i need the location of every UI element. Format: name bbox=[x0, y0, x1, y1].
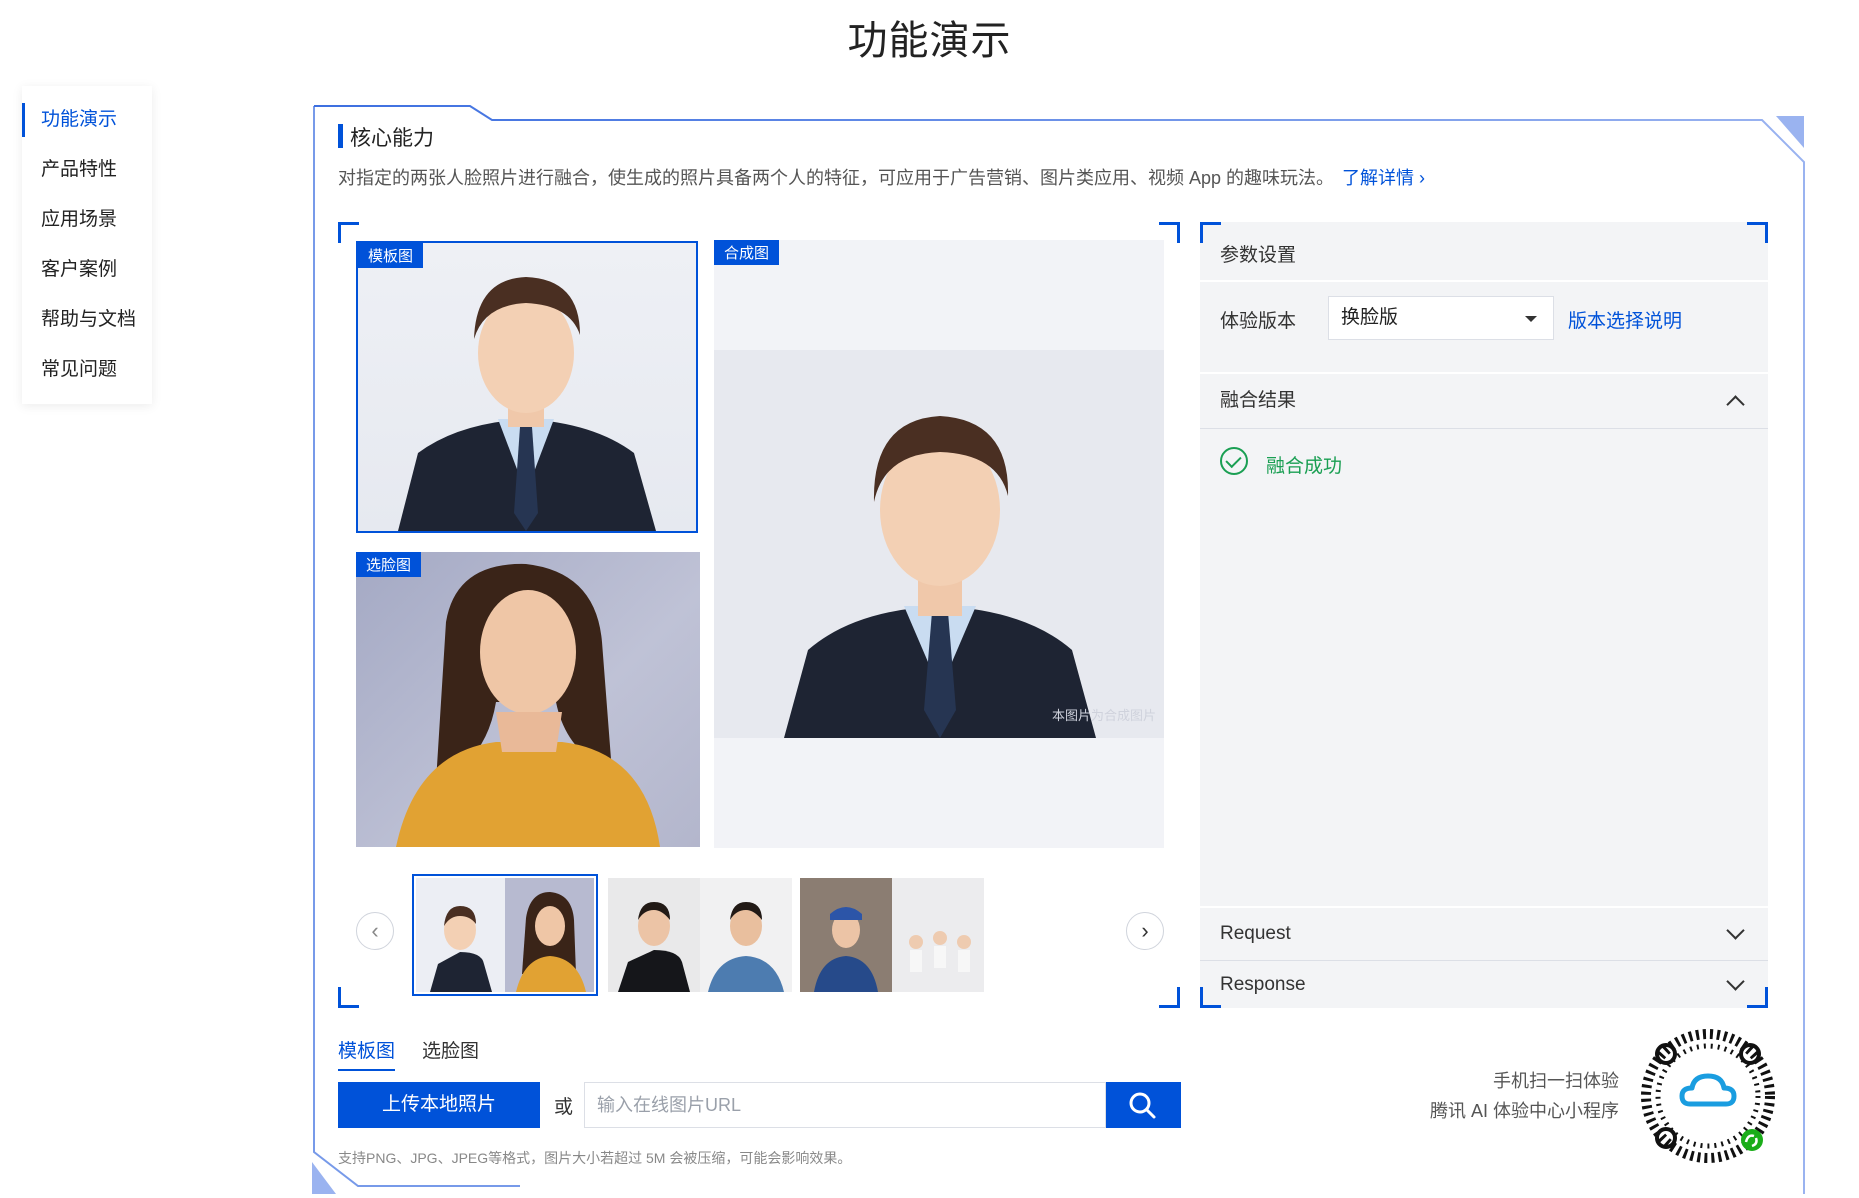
corner-mark bbox=[338, 222, 359, 243]
caret-down-icon bbox=[1525, 316, 1537, 322]
miniprogram-text: 手机扫一扫体验 腾讯 AI 体验中心小程序 bbox=[1430, 1066, 1619, 1126]
sidebar-item-scenarios[interactable]: 应用场景 bbox=[22, 195, 152, 245]
face-tag: 选脸图 bbox=[356, 552, 422, 577]
result-title: 融合结果 bbox=[1220, 390, 1297, 411]
sample-pair-2-thumbnail bbox=[608, 878, 792, 992]
sample-pair-2[interactable] bbox=[608, 878, 792, 992]
request-label: Request bbox=[1220, 923, 1291, 944]
template-tag: 模板图 bbox=[358, 243, 424, 268]
learn-more-link[interactable]: 了解详情 › bbox=[1342, 168, 1425, 188]
chevron-up-icon bbox=[1726, 395, 1745, 414]
search-icon bbox=[1129, 1092, 1156, 1119]
miniprogram-line1: 手机扫一扫体验 bbox=[1493, 1071, 1619, 1091]
chevron-down-icon bbox=[1726, 921, 1745, 940]
section-marker bbox=[338, 124, 343, 148]
carousel-prev-button[interactable]: ‹ bbox=[356, 912, 394, 950]
chevron-right-icon: › bbox=[1419, 168, 1426, 188]
divider bbox=[1200, 280, 1768, 282]
miniprogram-qr-code bbox=[1641, 1029, 1775, 1163]
version-select-value: 换脸版 bbox=[1341, 307, 1399, 328]
params-panel: 参数设置 体验版本 换脸版 版本选择说明 融合结果 融合成功 Request R… bbox=[1200, 222, 1768, 1008]
section-description: 对指定的两张人脸照片进行融合，使生成的照片具备两个人的特征，可应用于广告营销、图… bbox=[338, 164, 1425, 190]
learn-more-label: 了解详情 bbox=[1342, 168, 1415, 188]
sidebar-item-faq[interactable]: 常见问题 bbox=[22, 345, 152, 395]
chevron-right-icon: › bbox=[1141, 918, 1149, 943]
sample-pair-3-thumbnail bbox=[800, 878, 984, 992]
version-label: 体验版本 bbox=[1220, 311, 1297, 332]
sample-pair-1[interactable] bbox=[412, 874, 598, 996]
result-section-header[interactable]: 融合结果 bbox=[1200, 374, 1768, 428]
section-title: 核心能力 bbox=[350, 127, 434, 150]
version-help-link[interactable]: 版本选择说明 bbox=[1568, 306, 1682, 333]
result-tag: 合成图 bbox=[714, 240, 780, 265]
url-search-button[interactable] bbox=[1106, 1082, 1181, 1128]
params-title: 参数设置 bbox=[1220, 245, 1297, 266]
version-select[interactable]: 换脸版 bbox=[1328, 296, 1554, 340]
chevron-left-icon: ‹ bbox=[371, 918, 379, 943]
sample-pair-1-thumbnail bbox=[416, 878, 594, 992]
request-section-header[interactable]: Request bbox=[1200, 908, 1768, 960]
sample-carousel: ‹ › bbox=[356, 868, 1164, 998]
upload-local-button[interactable]: 上传本地照片 bbox=[338, 1082, 540, 1128]
man-portrait-illustration bbox=[398, 277, 656, 531]
chevron-down-icon bbox=[1726, 972, 1745, 991]
upload-hint: 支持PNG、JPG、JPEG等格式，图片大小若超过 5M 会被压缩，可能会影响效… bbox=[338, 1150, 852, 1166]
tab-template[interactable]: 模板图 bbox=[338, 1036, 396, 1071]
sidebar-item-cases[interactable]: 客户案例 bbox=[22, 245, 152, 295]
result-watermark: 本图片为合成图片 bbox=[1051, 708, 1156, 723]
response-section-header[interactable]: Response bbox=[1200, 962, 1768, 1008]
result-status: 融合成功 bbox=[1220, 447, 1343, 478]
sidebar-nav: 功能演示 产品特性 应用场景 客户案例 帮助与文档 常见问题 bbox=[22, 86, 152, 404]
sidebar-item-docs[interactable]: 帮助与文档 bbox=[22, 295, 152, 345]
miniprogram-line2: 腾讯 AI 体验中心小程序 bbox=[1429, 1101, 1619, 1121]
carousel-next-button[interactable]: › bbox=[1126, 912, 1164, 950]
sidebar-item-features[interactable]: 产品特性 bbox=[22, 145, 152, 195]
result-portrait-illustration bbox=[714, 350, 1164, 738]
or-label: 或 bbox=[554, 1097, 574, 1118]
tab-face[interactable]: 选脸图 bbox=[422, 1036, 479, 1063]
divider bbox=[1200, 960, 1768, 961]
face-image[interactable]: 选脸图 bbox=[356, 552, 700, 847]
check-circle-icon bbox=[1220, 447, 1248, 475]
response-label: Response bbox=[1220, 974, 1306, 995]
page-title: 功能演示 bbox=[847, 19, 1012, 63]
image-url-input[interactable] bbox=[584, 1082, 1106, 1128]
sidebar-item-demo[interactable]: 功能演示 bbox=[22, 95, 152, 145]
description-text: 对指定的两张人脸照片进行融合，使生成的照片具备两个人的特征，可应用于广告营销、图… bbox=[338, 168, 1335, 188]
sample-pair-3[interactable] bbox=[800, 878, 984, 992]
result-image[interactable]: 合成图 本图片为合成图片 bbox=[714, 240, 1164, 848]
result-body: 融合成功 bbox=[1200, 429, 1768, 765]
woman-portrait-illustration bbox=[396, 563, 660, 847]
template-image[interactable]: 模板图 bbox=[356, 241, 698, 533]
result-status-text: 融合成功 bbox=[1266, 456, 1343, 477]
